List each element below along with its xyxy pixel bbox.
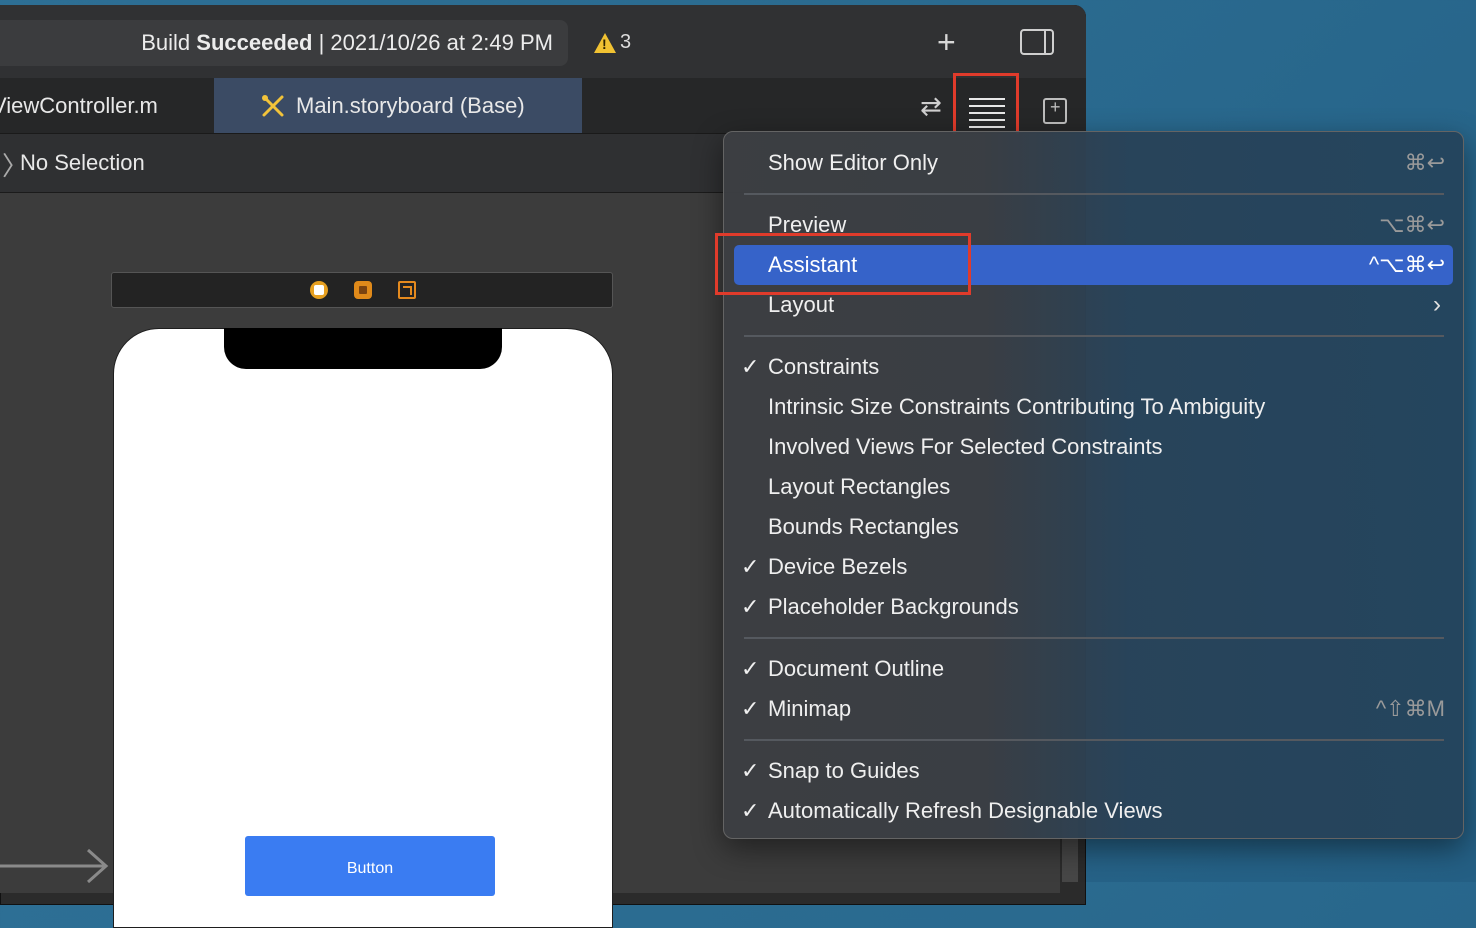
editor-options-button[interactable] bbox=[953, 73, 1019, 140]
warning-icon bbox=[594, 32, 616, 53]
warning-indicator[interactable]: 3 bbox=[594, 31, 631, 54]
editor-options-icon bbox=[969, 98, 1005, 133]
menu-separator bbox=[744, 739, 1444, 741]
toolbar: Build Succeeded | 2021/10/26 at 2:49 PM … bbox=[0, 5, 1086, 83]
menu-item-minimap[interactable]: ✓ Minimap ^⇧⌘M bbox=[734, 689, 1453, 729]
menu-item-intrinsic-size-constraints[interactable]: Intrinsic Size Constraints Contributing … bbox=[734, 387, 1453, 427]
menu-item-refresh-designable-views[interactable]: ✓ Automatically Refresh Designable Views bbox=[734, 791, 1453, 831]
device-frame[interactable]: Button bbox=[113, 328, 613, 928]
menu-separator bbox=[744, 637, 1444, 639]
checkmark-icon: ✓ bbox=[741, 798, 760, 823]
activity-status[interactable]: Build Succeeded | 2021/10/26 at 2:49 PM bbox=[0, 20, 568, 66]
menu-item-placeholder-backgrounds[interactable]: ✓ Placeholder Backgrounds bbox=[734, 587, 1453, 627]
jump-bar-selection[interactable]: No Selection bbox=[20, 134, 145, 192]
menu-item-bounds-rectangles[interactable]: Bounds Rectangles bbox=[734, 507, 1453, 547]
plus-icon[interactable]: + bbox=[937, 26, 956, 58]
checkmark-icon: ✓ bbox=[741, 594, 760, 619]
checkmark-icon: ✓ bbox=[741, 354, 760, 379]
storyboard-icon bbox=[262, 94, 284, 116]
warning-count: 3 bbox=[620, 31, 632, 53]
menu-item-show-editor-only[interactable]: Show Editor Only ⌘↩ bbox=[734, 143, 1453, 183]
tab-viewcontroller[interactable]: ViewController.m bbox=[0, 78, 214, 133]
menu-separator bbox=[744, 193, 1444, 195]
view-controller-icon[interactable] bbox=[310, 281, 328, 299]
checkmark-icon: ✓ bbox=[741, 656, 760, 681]
exit-icon[interactable] bbox=[398, 281, 416, 299]
menu-item-constraints[interactable]: ✓ Constraints bbox=[734, 347, 1453, 387]
checkmark-icon: ✓ bbox=[741, 554, 760, 579]
scene-dock bbox=[111, 272, 613, 308]
tab-main-storyboard[interactable]: Main.storyboard (Base) bbox=[214, 78, 582, 133]
submenu-arrow-icon: › bbox=[1433, 291, 1441, 318]
menu-item-layout-rectangles[interactable]: Layout Rectangles bbox=[734, 467, 1453, 507]
assistant-annotation-box bbox=[715, 233, 971, 295]
inspector-toggle-icon[interactable] bbox=[1020, 29, 1054, 55]
tab-label: ViewController.m bbox=[0, 93, 158, 118]
first-responder-icon[interactable] bbox=[354, 281, 372, 299]
menu-item-document-outline[interactable]: ✓ Document Outline bbox=[734, 649, 1453, 689]
checkmark-icon: ✓ bbox=[741, 758, 760, 783]
menu-item-snap-to-guides[interactable]: ✓ Snap to Guides bbox=[734, 751, 1453, 791]
menu-item-device-bezels[interactable]: ✓ Device Bezels bbox=[734, 547, 1453, 587]
menu-item-involved-views[interactable]: Involved Views For Selected Constraints bbox=[734, 427, 1453, 467]
menu-separator bbox=[744, 335, 1444, 337]
checkmark-icon: ✓ bbox=[741, 696, 760, 721]
device-notch bbox=[224, 328, 502, 369]
entry-point-arrow-icon[interactable] bbox=[0, 846, 110, 886]
build-status-text: Build Succeeded | 2021/10/26 at 2:49 PM bbox=[141, 20, 553, 66]
add-editor-icon[interactable] bbox=[1043, 97, 1067, 124]
status-timestamp: | 2021/10/26 at 2:49 PM bbox=[318, 30, 553, 55]
status-prefix: Build bbox=[141, 30, 191, 55]
storyboard-button[interactable]: Button bbox=[245, 836, 495, 896]
status-result: Succeeded bbox=[196, 30, 313, 55]
related-items-icon[interactable]: ⇄ bbox=[920, 91, 942, 122]
tab-label: Main.storyboard (Base) bbox=[296, 93, 525, 118]
